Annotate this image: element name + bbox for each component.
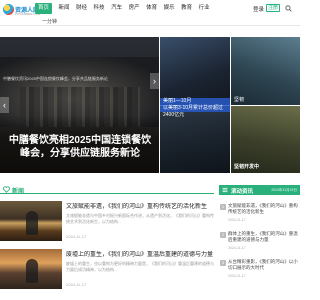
list-item[interactable]: 2 群体上的重生，《我们的河山》重温后重建的道德与力量 2024-11-17 bbox=[219, 231, 300, 259]
article-summary: 文旅赋能非遗与中国乡村振兴新国际合作进，从遗产到活化，《我们的河山》重构传统艺术… bbox=[66, 213, 214, 224]
tile-caption-line1: 美丽1—10月 bbox=[163, 98, 192, 104]
list-item-title[interactable]: 文旅赋能非遗，《我们的河山》重构传统艺的活化新生 bbox=[228, 203, 300, 215]
search-icon[interactable] bbox=[285, 5, 292, 12]
sidebar-title: 滚动资讯 bbox=[231, 189, 254, 195]
login-link[interactable]: 登录 bbox=[253, 5, 264, 13]
nav-item-news[interactable]: 新闻 bbox=[59, 3, 70, 14]
nav-item-education[interactable]: 教育 bbox=[181, 3, 192, 14]
rank-badge: 2 bbox=[220, 232, 226, 238]
tile-caption-band[interactable]: 美丽1—10月 以美丽3-10月累计总价超过2400亿元 bbox=[160, 98, 230, 118]
rank-badge: 1 bbox=[220, 204, 226, 210]
slider-next-button[interactable]: › bbox=[150, 73, 159, 89]
nav-item-tech[interactable]: 科技 bbox=[94, 3, 105, 14]
register-button[interactable]: 注册 bbox=[266, 4, 280, 12]
sidebar-header: 滚动资讯 2024年11月15日 bbox=[219, 185, 300, 195]
top-bar: 资源人网 ZIYUANREN.COM 首页 新闻 财经 科技 汽车 房产 体育 … bbox=[0, 0, 300, 17]
sidebar-date: 2024年11月15日 bbox=[271, 188, 297, 192]
heart-icon bbox=[3, 186, 10, 193]
nav-item-home[interactable]: 首页 bbox=[35, 3, 53, 14]
feature-tile-4[interactable]: 坚韧开发中 bbox=[231, 106, 300, 173]
article-title[interactable]: 文旅赋能非遗，《我们的河山》重构传统艺的活化新生 bbox=[66, 203, 214, 211]
feature-tile-1[interactable] bbox=[160, 37, 230, 105]
site-logo[interactable]: 资源人网 ZIYUANREN.COM bbox=[3, 3, 40, 16]
list-item-date: 2024-11-17 bbox=[228, 218, 246, 222]
feature-tile-2[interactable] bbox=[231, 37, 300, 105]
nav-item-entertainment[interactable]: 娱乐 bbox=[164, 3, 175, 14]
rank-badge: 3 bbox=[220, 260, 226, 266]
article-title[interactable]: 废墟上的重生，《我们的河山》重温后重建的道德与力量 bbox=[66, 251, 214, 259]
sidebar-list: 1 文旅赋能非遗，《我们的河山》重构传统艺的活化新生 2024-11-17 2 … bbox=[219, 203, 300, 287]
nav-row2[interactable]: 一分钟 bbox=[42, 18, 57, 25]
tile-caption-line2: 以美丽3-10月累计总价超过2400亿元 bbox=[163, 105, 224, 118]
news-section-header: 新闻 bbox=[0, 185, 214, 195]
article-date: 2024-11-17 bbox=[66, 282, 87, 287]
nav-item-auto[interactable]: 汽车 bbox=[111, 3, 122, 14]
hero-slider[interactable]: 中膳餐饮资讯2025中国连锁餐饮峰会，分享共品链服务新论 中膳餐饮亮相2025中… bbox=[0, 37, 159, 173]
thumbnail-figure bbox=[26, 211, 38, 235]
article-summary: 废墟上的重生，也以重构为更好的精神力量是，《我们的河山》重温后重建的道德与力量后… bbox=[66, 261, 214, 272]
header-divider bbox=[0, 25, 300, 26]
list-item-title[interactable]: 群体上的重生，《我们的河山》重温后重建的道德与力量 bbox=[228, 231, 300, 243]
list-item-date: 2024-11-17 bbox=[228, 274, 246, 278]
list-icon bbox=[222, 187, 228, 193]
nav-item-property[interactable]: 房产 bbox=[129, 3, 140, 14]
thumbnail-figure bbox=[26, 259, 38, 283]
tile-caption: 坚韧开发中 bbox=[234, 163, 260, 170]
logo-icon bbox=[3, 4, 14, 15]
hero-title[interactable]: 中膳餐饮亮相2025中国连锁餐饮峰会，分享供应链服务新论 bbox=[4, 134, 156, 160]
list-item-title[interactable]: 从台精彩重影，《我们的河山》以小切口展示的大时代 bbox=[228, 259, 300, 271]
list-item[interactable]: 1 文旅赋能非遗，《我们的河山》重构传统艺的活化新生 2024-11-17 bbox=[219, 203, 300, 231]
main-nav: 首页 新闻 财经 科技 汽车 房产 体育 娱乐 教育 行业 bbox=[35, 3, 216, 14]
nav-item-finance[interactable]: 财经 bbox=[76, 3, 87, 14]
slider-prev-button[interactable]: ‹ bbox=[0, 97, 9, 113]
nav-item-industry[interactable]: 行业 bbox=[199, 3, 210, 14]
list-item-date: 2024-11-17 bbox=[228, 246, 246, 250]
article-date: 2024-11-17 bbox=[66, 234, 87, 239]
tile-badge: 坚韧 bbox=[234, 97, 245, 103]
news-section-title: 新闻 bbox=[12, 189, 25, 195]
hero-caption: 中膳餐饮资讯2025中国连锁餐饮峰会，分享共品链服务新论 bbox=[3, 76, 108, 81]
article-thumbnail[interactable] bbox=[0, 201, 62, 241]
article-thumbnail[interactable] bbox=[0, 249, 62, 289]
nav-item-sports[interactable]: 体育 bbox=[146, 3, 157, 14]
list-item[interactable]: 3 从台精彩重影，《我们的河山》以小切口展示的大时代 2024-11-17 bbox=[219, 259, 300, 287]
